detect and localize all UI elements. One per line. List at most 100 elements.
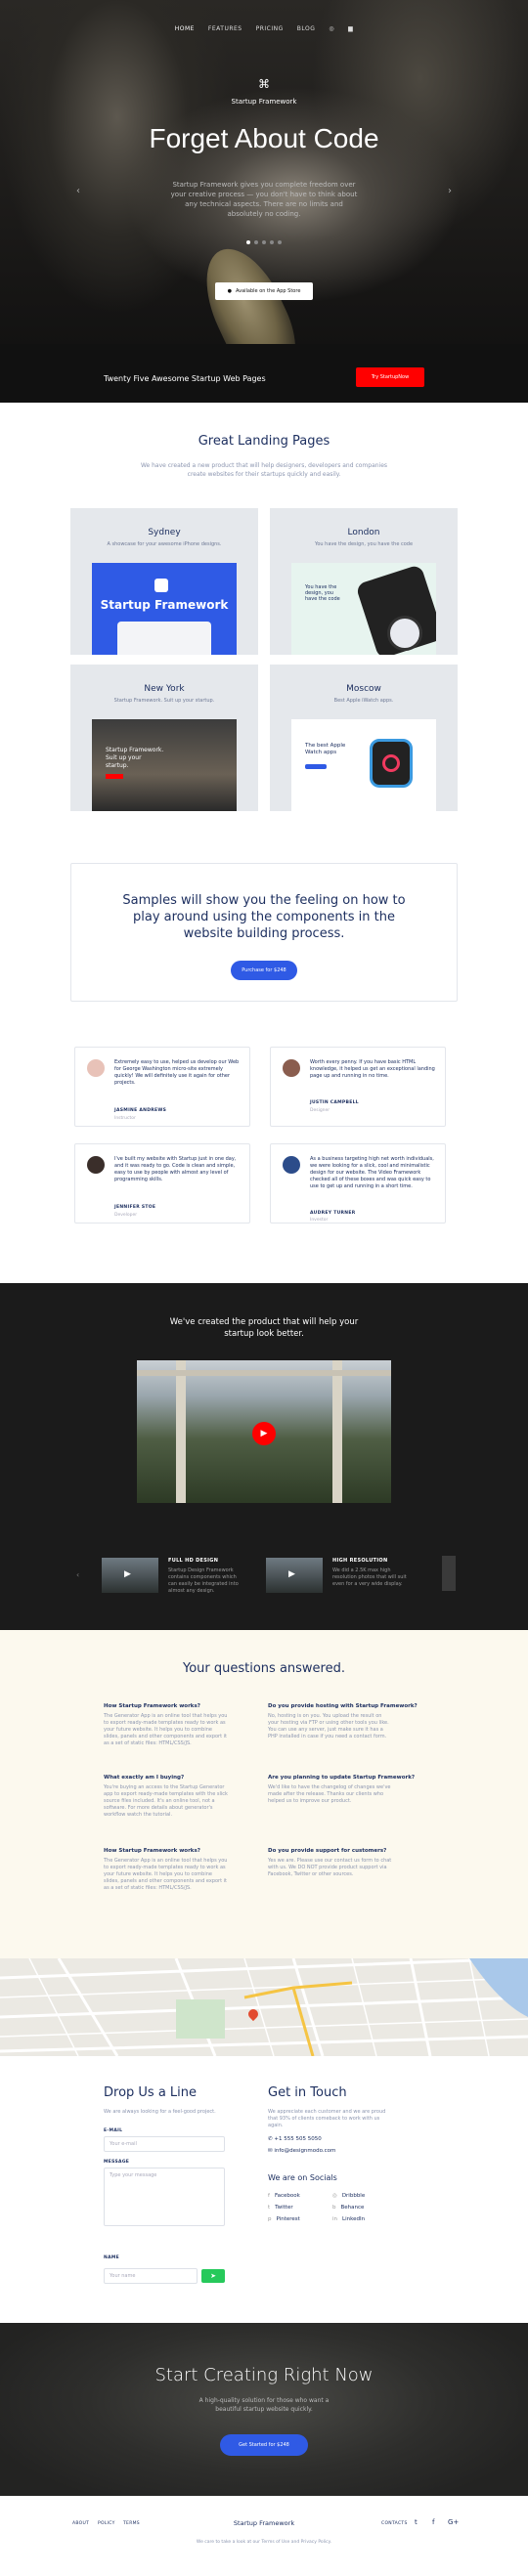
shot-button — [106, 774, 123, 779]
nav-search-icon[interactable]: ◎ — [329, 25, 334, 32]
faq-question: How Startup Framework works? — [104, 1703, 200, 1709]
testimonial-card: I've built my website with Startup just … — [74, 1143, 250, 1224]
hero-bar — [0, 344, 528, 403]
video-thumb[interactable]: ▶ — [102, 1558, 158, 1593]
google-plus-icon[interactable]: G+ — [448, 2518, 459, 2526]
slider-dot[interactable] — [262, 240, 266, 244]
email-label: E-MAIL — [104, 2128, 123, 2133]
faq-question: What exactly am I buying? — [104, 1775, 185, 1781]
email-field[interactable]: Your e-mail — [104, 2136, 225, 2152]
pillar — [332, 1360, 342, 1503]
social-twitter[interactable]: t Twitter — [268, 2205, 293, 2211]
hero-text: Startup Framework gives you complete fre… — [170, 181, 358, 218]
email-row[interactable]: ✉ info@designmodo.com — [268, 2148, 335, 2154]
testimonial-card: Extremely easy to use, helped us develop… — [74, 1047, 250, 1127]
contact-form-title: Drop Us a Line — [104, 2085, 198, 2100]
map-graphic — [0, 1958, 528, 2056]
nav-pricing[interactable]: PRICING — [256, 25, 284, 32]
send-button[interactable]: ➤ — [201, 2269, 225, 2283]
app-store-label: Available on the App Store — [235, 288, 301, 294]
apple-icon: ● — [227, 288, 232, 294]
slider-dots — [246, 240, 282, 244]
faq-answer: No, hosting is on you. You upload the re… — [268, 1713, 389, 1739]
testimonial-role: Designer — [310, 1108, 330, 1113]
social-pinterest[interactable]: p Pinterest — [268, 2216, 300, 2222]
slider-dot[interactable] — [278, 240, 282, 244]
slider-dot[interactable] — [254, 240, 258, 244]
social-label: Facebook — [274, 2193, 300, 2199]
card-desc: Best Apple iWatch apps. — [333, 698, 394, 704]
social-label: LinkedIn — [342, 2216, 366, 2222]
hero-title: Forget About Code — [149, 123, 379, 153]
dribbble-icon: ◎ — [332, 2193, 337, 2199]
play-icon: ▶ — [124, 1569, 131, 1579]
landing-card-moscow[interactable]: Moscow Best Apple iWatch apps. The best … — [270, 665, 458, 811]
social-label: Pinterest — [276, 2216, 300, 2222]
linkedin-icon: in — [332, 2216, 338, 2222]
card-screenshot: The best Apple Watch apps — [291, 719, 436, 811]
get-in-touch-title: Get in Touch — [268, 2085, 347, 2100]
twitter-icon[interactable]: t — [415, 2518, 418, 2526]
carousel-prev-icon[interactable]: ‹ — [76, 1570, 79, 1579]
play-icon: ▶ — [288, 1569, 295, 1579]
avatar — [283, 1059, 300, 1077]
footer-contacts-link[interactable]: CONTACTS — [381, 2521, 408, 2526]
carousel-next-tab[interactable] — [442, 1556, 456, 1591]
faq-question: Do you provide hosting with Startup Fram… — [268, 1703, 418, 1709]
nav-features[interactable]: FEATURES — [208, 25, 242, 32]
app-store-button[interactable]: ● Available on the App Store — [215, 282, 313, 300]
cta-title: Start Creating Right Now — [154, 2365, 374, 2385]
facebook-icon[interactable]: f — [432, 2518, 434, 2526]
avatar — [283, 1156, 300, 1174]
social-label: Dribbble — [341, 2193, 366, 2199]
shot-heading: You have the design, you have the code — [305, 584, 340, 602]
nav-home[interactable]: HOME — [175, 25, 195, 32]
testimonial-name: JENNIFER STOE — [114, 1205, 156, 1210]
message-field[interactable]: Type your message — [104, 2168, 225, 2226]
landing-card-london[interactable]: London You have the design, you have the… — [270, 508, 458, 655]
testimonial-role: Instructor — [114, 1116, 136, 1121]
nav-blog[interactable]: BLOG — [297, 25, 316, 32]
testimonial-quote: Worth every penny. If you have basic HTM… — [310, 1059, 435, 1079]
phone-row[interactable]: ✆ +1 555 505 5050 — [268, 2136, 322, 2142]
nav-cart-icon[interactable]: ▆ — [348, 25, 353, 32]
app-icon — [154, 579, 168, 592]
name-label: NAME — [104, 2255, 120, 2260]
cta-text: A high-quality solution for those who wa… — [198, 2397, 330, 2413]
shot-heading: The best Apple Watch apps — [305, 743, 346, 755]
video-item-title: HIGH RESOLUTION — [332, 1558, 388, 1564]
command-logo-icon: ⌘ — [258, 77, 270, 91]
get-started-button[interactable]: Get Started for $248 — [220, 2434, 308, 2456]
landing-card-sydney[interactable]: Sydney A showcase for your awesome iPhon… — [70, 508, 258, 655]
send-icon: ➤ — [210, 2272, 216, 2280]
testimonial-name: AUDREY TURNER — [310, 1211, 356, 1216]
social-dribbble[interactable]: ◎ Dribbble — [332, 2193, 365, 2199]
social-facebook[interactable]: f Facebook — [268, 2193, 300, 2199]
social-linkedin[interactable]: in LinkedIn — [332, 2216, 365, 2222]
purchase-button[interactable]: Purchase for $248 — [231, 961, 297, 980]
testimonial-name: JUSTIN CAMPBELL — [310, 1100, 359, 1105]
name-field[interactable]: Your name — [104, 2268, 198, 2284]
slider-next-icon[interactable]: › — [448, 186, 452, 196]
social-behance[interactable]: b Behance — [332, 2205, 364, 2211]
slider-dot[interactable] — [246, 240, 250, 244]
try-startup-button[interactable]: Try StartupNow — [356, 367, 424, 387]
play-icon[interactable]: ▶ — [252, 1422, 276, 1445]
location-map[interactable] — [0, 1958, 528, 2056]
card-screenshot: Startup Framework — [92, 563, 237, 655]
faq-section — [0, 1630, 528, 1958]
avatar — [87, 1059, 105, 1077]
twitter-icon: t — [268, 2205, 271, 2211]
landing-subtitle: We have created a new product that will … — [140, 462, 388, 478]
slider-dot[interactable] — [270, 240, 274, 244]
landing-card-newyork[interactable]: New York Startup Framework. Suit up your… — [70, 665, 258, 811]
video-thumb[interactable]: ▶ — [266, 1558, 323, 1593]
email-address: info@designmodo.com — [274, 2148, 336, 2154]
slider-prev-icon[interactable]: ‹ — [76, 186, 80, 196]
faq-question: Are you planning to update Startup Frame… — [268, 1775, 416, 1781]
testimonial-card: Worth every penny. If you have basic HTM… — [270, 1047, 446, 1127]
behance-icon: b — [332, 2205, 336, 2211]
faq-answer: Yes we are. Please use our contact us fo… — [268, 1858, 392, 1877]
card-title: London — [347, 528, 380, 537]
avatar — [87, 1156, 105, 1174]
